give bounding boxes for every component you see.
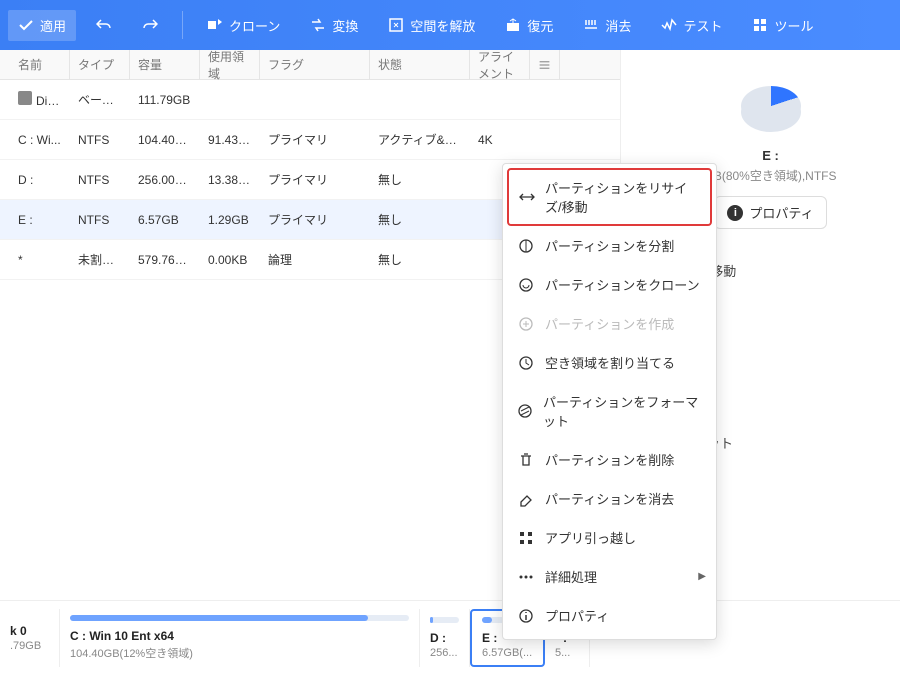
erase-icon <box>583 17 599 33</box>
list-icon <box>538 58 551 72</box>
col-status[interactable]: 状態 <box>370 50 470 79</box>
free-space-icon <box>388 17 404 33</box>
convert-icon <box>310 17 326 33</box>
ctx-split[interactable]: パーティションを分割 <box>503 226 716 265</box>
apply-button[interactable]: 適用 <box>8 10 76 41</box>
restore-icon <box>505 17 521 33</box>
side-title: E : <box>651 148 890 163</box>
apply-label: 適用 <box>40 16 66 35</box>
migrate-icon <box>517 529 535 547</box>
delete-icon <box>517 451 535 469</box>
ctx-format[interactable]: パーティションをフォーマット <box>503 382 716 440</box>
pie-chart <box>741 80 801 140</box>
free-space-button[interactable]: 空間を解放 <box>378 10 485 41</box>
ctx-erase[interactable]: パーティションを消去 <box>503 479 716 518</box>
col-flag[interactable]: フラグ <box>260 50 370 79</box>
allocate-icon <box>517 354 535 372</box>
erase-button[interactable]: 消去 <box>573 10 641 41</box>
disk-map: k 0 .79GB C : Win 10 Ent x64 104.40GB(12… <box>0 600 900 675</box>
ctx-advanced[interactable]: 詳細処理 ▶ <box>503 557 716 596</box>
usage-bar <box>430 617 459 623</box>
partition-card-c[interactable]: C : Win 10 Ent x64 104.40GB(12%空き領域) <box>60 609 420 667</box>
undo-button[interactable] <box>86 11 122 39</box>
ctx-migrate[interactable]: アプリ引っ越し <box>503 518 716 557</box>
info-icon: i <box>727 205 743 221</box>
col-alignment[interactable]: アライメント <box>470 50 530 79</box>
test-button[interactable]: テスト <box>651 10 732 41</box>
col-options[interactable] <box>530 50 560 79</box>
context-menu: パーティションをリサイズ/移動 パーティションを分割 パーティションをクローン … <box>502 163 717 640</box>
undo-icon <box>96 17 112 33</box>
format-icon <box>517 402 533 420</box>
col-name[interactable]: 名前 <box>10 50 70 79</box>
test-icon <box>661 17 677 33</box>
convert-button[interactable]: 変換 <box>300 10 368 41</box>
erase-ctx-icon <box>517 490 535 508</box>
clone-icon <box>207 17 223 33</box>
resize-icon <box>519 188 535 206</box>
main-toolbar: 適用 クローン 変換 空間を解放 復元 消去 テスト ツール <box>0 0 900 50</box>
ctx-create: パーティションを作成 <box>503 304 716 343</box>
tools-button[interactable]: ツール <box>742 10 823 41</box>
ctx-allocate[interactable]: 空き領域を割り当てる <box>503 343 716 382</box>
ctx-properties[interactable]: プロパティ <box>503 596 716 635</box>
ctx-resize[interactable]: パーティションをリサイズ/移動 <box>507 168 712 226</box>
restore-button[interactable]: 復元 <box>495 10 563 41</box>
chevron-right-icon: ▶ <box>698 571 706 582</box>
properties-button[interactable]: i プロパティ <box>714 196 826 229</box>
ctx-clone[interactable]: パーティションをクローン <box>503 265 716 304</box>
clone-ctx-icon <box>517 276 535 294</box>
disk-card[interactable]: k 0 .79GB <box>0 609 60 667</box>
redo-icon <box>142 17 158 33</box>
more-icon <box>517 568 535 586</box>
partition-card-d[interactable]: D : 256... <box>420 609 470 667</box>
col-type[interactable]: タイプ <box>70 50 130 79</box>
disk-icon <box>18 91 32 105</box>
redo-button[interactable] <box>132 11 168 39</box>
clone-button[interactable]: クローン <box>197 10 290 41</box>
split-icon <box>517 237 535 255</box>
tools-icon <box>752 17 768 33</box>
col-used[interactable]: 使用領域 <box>200 50 260 79</box>
check-icon <box>18 17 34 33</box>
create-icon <box>517 315 535 333</box>
info-ctx-icon <box>517 607 535 625</box>
ctx-delete[interactable]: パーティションを削除 <box>503 440 716 479</box>
usage-bar <box>70 615 409 621</box>
col-capacity[interactable]: 容量 <box>130 50 200 79</box>
toolbar-separator <box>182 11 183 39</box>
